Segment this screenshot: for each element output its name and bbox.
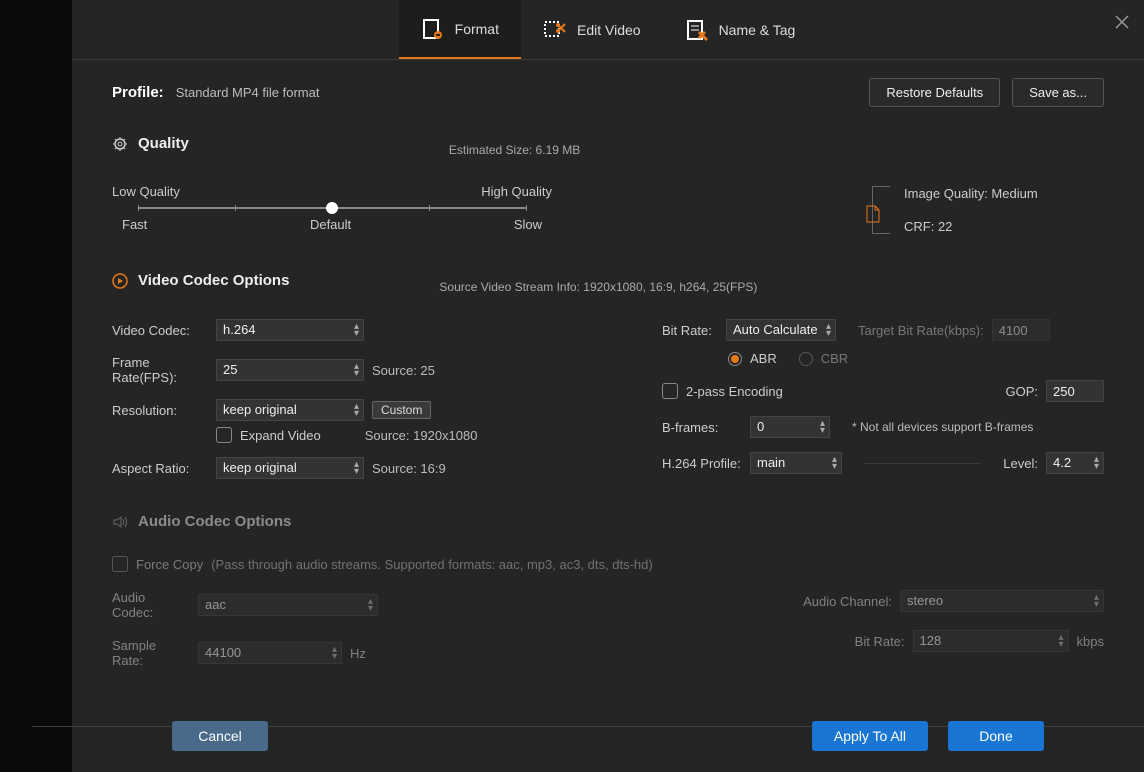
slow-label: Slow	[514, 217, 542, 232]
hz-label: Hz	[350, 646, 366, 661]
speaker-icon	[112, 514, 128, 530]
document-icon	[865, 205, 881, 223]
profile-row: Profile: Standard MP4 file format Restor…	[112, 78, 1104, 107]
aspect-select[interactable]: keep original▴▾	[216, 457, 364, 479]
abr-radio[interactable]	[728, 352, 742, 366]
level-label: Level:	[1003, 456, 1038, 471]
video-codec-label: Video Codec:	[112, 323, 208, 338]
bframes-label: B-frames:	[662, 420, 742, 435]
format-icon	[421, 17, 445, 41]
slider-handle[interactable]	[326, 202, 338, 214]
expand-video-checkbox[interactable]	[216, 427, 232, 443]
audio-section-header: Audio Codec Options	[112, 513, 1104, 530]
tab-name-tag[interactable]: Name & Tag	[663, 0, 818, 59]
quality-title: Quality	[138, 135, 189, 152]
abr-label: ABR	[750, 351, 777, 366]
h264-profile-label: H.264 Profile:	[662, 456, 742, 471]
bitrate-label: Bit Rate:	[662, 323, 718, 338]
estimated-size: Estimated Size: 6.19 MB	[449, 143, 580, 157]
h264-profile-select[interactable]: main▴▾	[750, 452, 842, 474]
bitrate-select[interactable]: Auto Calculate▴▾	[726, 319, 836, 341]
footer: Cancel Apply To All Done	[72, 700, 1144, 772]
audio-bitrate-label: Bit Rate:	[855, 634, 905, 649]
fps-label: Frame Rate(FPS):	[112, 355, 208, 385]
cbr-radio[interactable]	[799, 352, 813, 366]
resolution-source: Source: 1920x1080	[365, 428, 478, 443]
audio-bitrate-select[interactable]: 128▴▾	[913, 630, 1069, 652]
force-copy-note: (Pass through audio streams. Supported f…	[211, 557, 653, 572]
gop-input[interactable]	[1046, 380, 1104, 402]
video-title: Video Codec Options	[138, 272, 289, 289]
aspect-source: Source: 16:9	[372, 461, 446, 476]
gear-icon	[112, 136, 128, 152]
audio-channel-select[interactable]: stereo▴▾	[900, 590, 1104, 612]
target-bitrate-input[interactable]	[992, 319, 1050, 341]
default-label: Default	[310, 217, 351, 232]
tab-name-label: Name & Tag	[719, 22, 796, 38]
resolution-select[interactable]: keep original▴▾	[216, 399, 364, 421]
save-as-button[interactable]: Save as...	[1012, 78, 1104, 107]
bframes-note: * Not all devices support B-frames	[852, 420, 1033, 434]
video-section-header: Video Codec Options	[112, 272, 289, 289]
tab-format-label: Format	[455, 21, 499, 37]
play-circle-icon	[112, 273, 128, 289]
content-area: Profile: Standard MP4 file format Restor…	[72, 60, 1144, 700]
image-quality-value: Image Quality: Medium	[904, 186, 1038, 201]
close-button[interactable]	[1114, 14, 1130, 30]
name-tag-icon	[685, 18, 709, 42]
force-copy-label: Force Copy	[136, 557, 203, 572]
gop-label: GOP:	[1005, 384, 1038, 399]
tab-edit-label: Edit Video	[577, 22, 641, 38]
twopass-checkbox[interactable]	[662, 383, 678, 399]
audio-codec-label: Audio Codec:	[112, 590, 190, 620]
profile-value: Standard MP4 file format	[176, 85, 320, 100]
aspect-label: Aspect Ratio:	[112, 461, 208, 476]
target-bitrate-label: Target Bit Rate(kbps):	[858, 323, 984, 338]
profile-label: Profile:	[112, 84, 164, 101]
fps-select[interactable]: 25▴▾	[216, 359, 364, 381]
kbps-label: kbps	[1077, 634, 1104, 649]
bframes-select[interactable]: 0▴▾	[750, 416, 830, 438]
sample-rate-select[interactable]: 44100▴▾	[198, 642, 342, 664]
high-quality-label: High Quality	[481, 184, 552, 199]
custom-resolution-button[interactable]: Custom	[372, 401, 431, 419]
cbr-label: CBR	[821, 351, 848, 366]
expand-video-label: Expand Video	[240, 428, 321, 443]
quality-section-header: Quality	[112, 135, 189, 152]
twopass-label: 2-pass Encoding	[686, 384, 783, 399]
force-copy-checkbox[interactable]	[112, 556, 128, 572]
audio-channel-label: Audio Channel:	[803, 594, 892, 609]
restore-defaults-button[interactable]: Restore Defaults	[869, 78, 1000, 107]
sample-rate-label: Sample Rate:	[112, 638, 190, 668]
edit-video-icon	[543, 18, 567, 42]
fps-source: Source: 25	[372, 363, 435, 378]
quality-slider[interactable]	[138, 207, 526, 209]
apply-to-all-button[interactable]: Apply To All	[812, 721, 928, 751]
close-icon	[1114, 14, 1130, 30]
audio-title: Audio Codec Options	[138, 513, 291, 530]
resolution-label: Resolution:	[112, 403, 208, 418]
audio-codec-select[interactable]: aac▴▾	[198, 594, 378, 616]
video-codec-select[interactable]: h.264▴▾	[216, 319, 364, 341]
format-dialog: Format Edit Video Name & Tag Profile: St…	[72, 0, 1144, 772]
quality-info: Image Quality: Medium CRF: 22	[872, 184, 1038, 234]
tab-bar: Format Edit Video Name & Tag	[72, 0, 1144, 60]
level-select[interactable]: 4.2▴▾	[1046, 452, 1104, 474]
low-quality-label: Low Quality	[112, 184, 180, 199]
tab-edit-video[interactable]: Edit Video	[521, 0, 663, 59]
cancel-button[interactable]: Cancel	[172, 721, 268, 751]
tab-format[interactable]: Format	[399, 0, 521, 59]
done-button[interactable]: Done	[948, 721, 1044, 751]
crf-value: CRF: 22	[904, 219, 1038, 234]
source-video-info: Source Video Stream Info: 1920x1080, 16:…	[439, 280, 757, 294]
fast-label: Fast	[122, 217, 147, 232]
